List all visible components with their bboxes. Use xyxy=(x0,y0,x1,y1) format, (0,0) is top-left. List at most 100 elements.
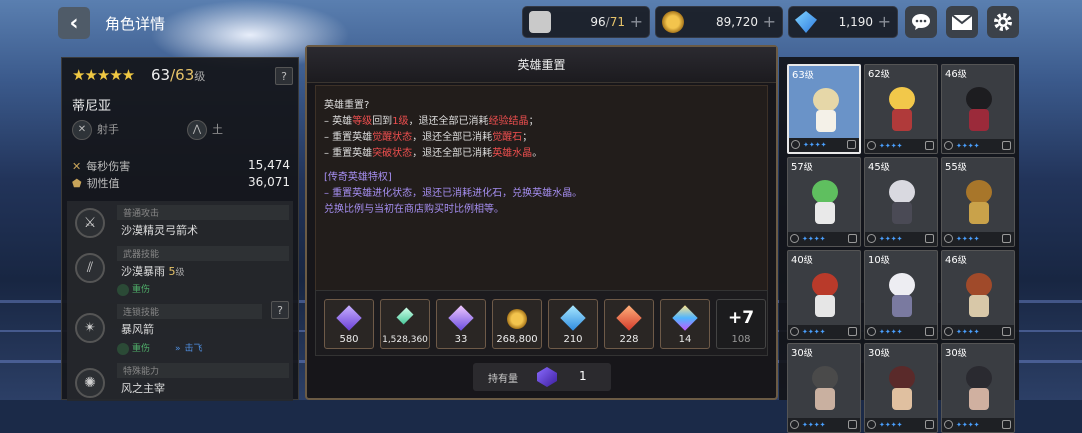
refund-item[interactable]: 33 xyxy=(436,299,486,349)
crossed-swords-icon: ✕ xyxy=(72,160,82,173)
hero-crystal-icon xyxy=(672,305,698,331)
hero-card[interactable]: 30级 ✦✦✦✦ xyxy=(941,343,1015,433)
arrow-storm-icon: ✴ xyxy=(75,313,105,343)
hero-card[interactable]: 62级 ✦✦✦✦ xyxy=(864,64,938,154)
element-icon xyxy=(925,234,934,243)
refund-item[interactable]: 268,800 xyxy=(492,299,542,349)
blue-crystal-icon xyxy=(560,305,586,331)
skill-tag-injury: 重伤 xyxy=(117,282,150,296)
class-icon xyxy=(791,140,800,149)
element-icon xyxy=(925,141,934,150)
hero-portrait xyxy=(959,87,999,133)
refund-item-strip: 580 1,528,360 33 268,800 210 228 14 +7 10… xyxy=(315,290,768,356)
hero-card[interactable]: 57级 ✦✦✦✦ xyxy=(787,157,861,247)
hero-portrait xyxy=(882,273,922,319)
class-icon xyxy=(790,234,799,243)
refund-item[interactable]: 14 xyxy=(660,299,710,349)
hero-card-level: 30级 xyxy=(868,348,890,359)
hero-card-level: 46级 xyxy=(945,255,967,266)
skill-chain[interactable]: ✴ 连锁技能 暴风箭 重伤 » 击飞 xyxy=(67,304,293,362)
skill-name: 风之主宰 xyxy=(121,382,165,395)
wind-icon: ✺ xyxy=(75,368,105,398)
more-items-button[interactable]: +7 108 xyxy=(716,299,766,349)
star-rating: ★★★★★ xyxy=(72,66,135,84)
hero-portrait xyxy=(805,273,845,319)
coffee-cup-icon xyxy=(529,11,551,33)
hero-portrait xyxy=(959,180,999,226)
stamina-counter: 96/71 + xyxy=(522,6,650,38)
reset-line-awaken: – 重置英雄觉醒状态，退还全部已消耗觉醒石； xyxy=(324,132,533,143)
class-icon xyxy=(944,420,953,429)
stat-toughness: ⬟ 韧性值 36,071 xyxy=(72,175,290,190)
element-icon xyxy=(848,327,857,336)
refund-item[interactable]: 228 xyxy=(604,299,654,349)
class-icon xyxy=(944,327,953,336)
hero-card-footer: ✦✦✦✦ xyxy=(942,325,1014,339)
skill-normal-attack[interactable]: ⚔ 普通攻击 沙漠精灵弓箭术 xyxy=(67,205,293,241)
stamina-value: 96/71 xyxy=(590,15,625,29)
element-icon xyxy=(925,327,934,336)
hero-reset-dialog: 英雄重置 英雄重置? – 英雄等级回到1级，退还全部已消耗经验结晶； – 重置英… xyxy=(305,45,778,400)
hero-card-footer: ✦✦✦✦ xyxy=(788,418,860,432)
evolution-stone-icon xyxy=(336,305,362,331)
hero-card[interactable]: 10级 ✦✦✦✦ xyxy=(864,250,938,340)
skill-category: 特殊能力 xyxy=(117,363,289,378)
add-gem-button[interactable]: + xyxy=(878,12,891,31)
class-icon xyxy=(790,327,799,336)
class-icon xyxy=(944,234,953,243)
hero-card-level: 10级 xyxy=(868,255,890,266)
hero-card-footer: ✦✦✦✦ xyxy=(865,232,937,246)
refund-item[interactable]: 1,528,360 xyxy=(380,299,430,349)
element-icon xyxy=(925,420,934,429)
diamond-icon xyxy=(795,11,817,33)
hero-name: 蒂尼亚 xyxy=(72,99,112,114)
hero-card[interactable]: 30级 ✦✦✦✦ xyxy=(864,343,938,433)
privilege-line: 兑换比例与当初在商店购买时比例相等。 xyxy=(324,204,504,215)
class-icon xyxy=(867,327,876,336)
hero-card[interactable]: 55级 ✦✦✦✦ xyxy=(941,157,1015,247)
mail-button[interactable] xyxy=(946,6,978,38)
chat-button[interactable] xyxy=(905,6,937,38)
hero-portrait xyxy=(882,366,922,412)
class-icon xyxy=(867,234,876,243)
hero-card-footer: ✦✦✦✦ xyxy=(789,138,859,152)
hero-card-level: 40级 xyxy=(791,255,813,266)
hero-card[interactable]: 30级 ✦✦✦✦ xyxy=(787,343,861,433)
privilege-title: [传奇英雄特权] xyxy=(324,172,392,183)
earth-element-icon: ⋀ xyxy=(187,120,207,140)
skill-tag-injury: 重伤 xyxy=(117,341,150,355)
hero-card[interactable]: 46级 ✦✦✦✦ xyxy=(941,64,1015,154)
settings-button[interactable] xyxy=(987,6,1019,38)
hero-card[interactable]: 45级 ✦✦✦✦ xyxy=(864,157,938,247)
hero-class: ✕ 射手 xyxy=(72,120,119,140)
chat-bubble-icon xyxy=(912,14,930,30)
refund-item[interactable]: 580 xyxy=(324,299,374,349)
add-stamina-button[interactable]: + xyxy=(630,12,643,31)
refund-item[interactable]: 210 xyxy=(548,299,598,349)
add-gold-button[interactable]: + xyxy=(763,12,776,31)
reset-crystal-icon xyxy=(537,367,557,387)
rain-arrows-icon: ⫽ xyxy=(75,253,105,283)
element-icon xyxy=(1002,234,1011,243)
hero-card-footer: ✦✦✦✦ xyxy=(942,139,1014,153)
hero-card[interactable]: 63级 ✦✦✦✦ xyxy=(787,64,861,154)
hero-portrait xyxy=(882,87,922,133)
skill-list: ⚔ 普通攻击 沙漠精灵弓箭术 ⫽ 武器技能 沙漠暴雨 5级 重伤 ? ✴ 连锁技… xyxy=(67,201,293,401)
hero-card-level: 45级 xyxy=(868,162,890,173)
hero-card-footer: ✦✦✦✦ xyxy=(788,232,860,246)
gem-counter: 1,190 + xyxy=(788,6,898,38)
stat-dps: ✕ 每秒伤害 15,474 xyxy=(72,158,290,173)
exp-crystal-icon xyxy=(396,307,414,325)
owned-count: 持有量 1 xyxy=(473,363,611,391)
help-button[interactable]: ? xyxy=(275,67,293,85)
hero-card-level: 55级 xyxy=(945,162,967,173)
skill-name: 沙漠精灵弓箭术 xyxy=(121,224,198,237)
back-button[interactable]: ‹ xyxy=(58,7,90,39)
gold-coin-icon xyxy=(507,309,527,329)
skill-weapon[interactable]: ⫽ 武器技能 沙漠暴雨 5级 重伤 xyxy=(67,246,293,298)
top-bar: ‹ 角色详情 96/71 + 89,720 + 1,190 + xyxy=(0,0,1082,44)
skill-tag-knockup: » 击飞 xyxy=(175,344,203,354)
hero-card[interactable]: 40级 ✦✦✦✦ xyxy=(787,250,861,340)
skill-special[interactable]: ✺ 特殊能力 风之主宰 xyxy=(67,362,293,400)
hero-card[interactable]: 46级 ✦✦✦✦ xyxy=(941,250,1015,340)
